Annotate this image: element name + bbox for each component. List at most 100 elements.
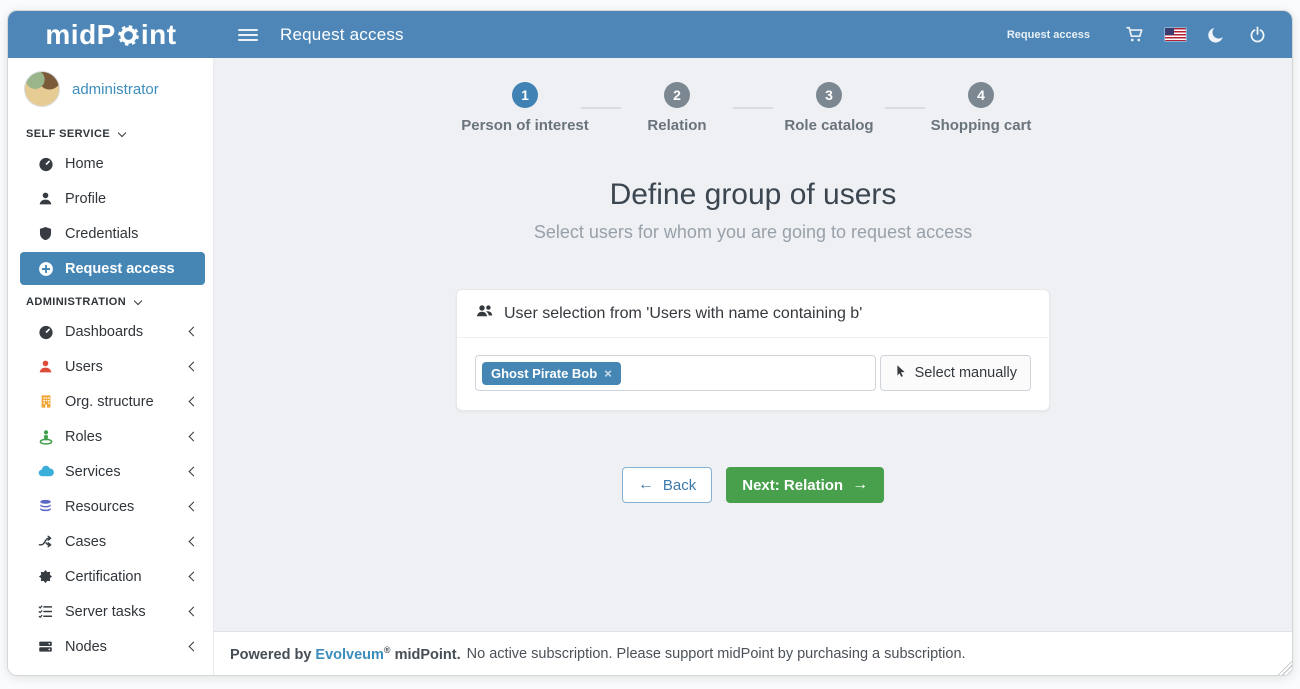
- chevron-left-icon: [189, 607, 199, 617]
- hamburger-menu-icon[interactable]: [238, 29, 258, 41]
- select-manually-label: Select manually: [915, 365, 1017, 381]
- step-shopping-cart[interactable]: 4 Shopping cart: [931, 82, 1031, 134]
- avatar[interactable]: [24, 71, 60, 107]
- sidebar-item-credentials[interactable]: Credentials: [8, 216, 213, 251]
- sidebar-item-label: Org. structure: [65, 394, 154, 410]
- page-header-title: Request access: [280, 25, 404, 45]
- user-multiselect-input[interactable]: Ghost Pirate Bob ×: [475, 355, 876, 391]
- chevron-left-icon: [189, 467, 199, 477]
- dark-mode-moon-icon[interactable]: [1196, 26, 1237, 43]
- sidebar-item-label: Request access: [65, 261, 175, 277]
- sidebar-item-label: Profile: [65, 191, 106, 207]
- user-icon: [36, 191, 55, 206]
- chip-remove-icon[interactable]: ×: [604, 366, 612, 381]
- chevron-left-icon: [189, 432, 199, 442]
- sidebar-item-label: Home: [65, 156, 104, 172]
- users-group-icon: [475, 303, 494, 324]
- next-button-label: Next: Relation: [742, 477, 843, 494]
- subscription-message: No active subscription. Please support m…: [467, 646, 966, 662]
- sidebar-item-label: Resources: [65, 499, 134, 515]
- chevron-left-icon: [189, 537, 199, 547]
- step-number: 4: [968, 82, 994, 108]
- section-header-self-service[interactable]: SELF SERVICE: [8, 118, 213, 146]
- sidebar-item-services[interactable]: Services: [8, 454, 213, 489]
- tachometer-icon: [36, 156, 55, 172]
- language-flag-icon[interactable]: [1155, 28, 1196, 41]
- sidebar-item-nodes[interactable]: Nodes: [8, 629, 213, 664]
- step-label: Person of interest: [461, 117, 589, 134]
- chevron-left-icon: [189, 397, 199, 407]
- page-title: Define group of users: [214, 178, 1292, 212]
- sidebar-item-cases[interactable]: Cases: [8, 524, 213, 559]
- sidebar-item-resources[interactable]: Resources: [8, 489, 213, 524]
- top-navbar: midP int Request access Request access: [8, 11, 1292, 58]
- plus-circle-icon: [36, 261, 55, 277]
- street-view-icon: [36, 429, 55, 445]
- app-window: midP int Request access Request access: [7, 10, 1293, 676]
- step-connector: [581, 107, 621, 109]
- server-icon: [36, 639, 55, 654]
- chevron-down-icon: [134, 296, 142, 304]
- page-subtitle: Select users for whom you are going to r…: [214, 222, 1292, 243]
- gear-icon: [118, 25, 139, 51]
- sidebar-item-org-structure[interactable]: Org. structure: [8, 384, 213, 419]
- sidebar-item-dashboards[interactable]: Dashboards: [8, 314, 213, 349]
- sidebar-item-label: Server tasks: [65, 604, 146, 620]
- building-icon: [36, 394, 55, 409]
- logout-power-icon[interactable]: [1237, 26, 1278, 43]
- mouse-pointer-icon: [894, 364, 907, 382]
- shield-icon: [36, 226, 55, 241]
- arrow-left-icon: ←: [638, 476, 654, 494]
- chevron-left-icon: [189, 502, 199, 512]
- shuffle-icon: [36, 534, 55, 549]
- footer: Powered by Evolveum® midPoint.No active …: [214, 631, 1292, 675]
- certificate-seal-icon: [36, 569, 55, 584]
- step-number: 2: [664, 82, 690, 108]
- sidebar-item-label: Roles: [65, 429, 102, 445]
- evolveum-link[interactable]: Evolveum: [315, 646, 384, 662]
- step-connector: [733, 107, 773, 109]
- cloud-icon: [36, 464, 55, 479]
- step-role-catalog[interactable]: 3 Role catalog: [779, 82, 879, 134]
- chip-label: Ghost Pirate Bob: [491, 366, 597, 381]
- sidebar-item-certification[interactable]: Certification: [8, 559, 213, 594]
- database-icon: [36, 499, 55, 514]
- sidebar-item-label: Dashboards: [65, 324, 143, 340]
- product-name: midPoint.: [395, 646, 461, 662]
- sidebar: administrator SELF SERVICE Home Pr: [8, 58, 214, 675]
- main-content: 1 Person of interest 2 Relation 3 Role c…: [214, 58, 1292, 675]
- select-manually-button[interactable]: Select manually: [880, 355, 1031, 391]
- powered-by-text: Powered by: [230, 646, 311, 662]
- sidebar-item-users[interactable]: Users: [8, 349, 213, 384]
- next-relation-button[interactable]: Next: Relation →: [726, 467, 884, 503]
- midpoint-logo[interactable]: midP int: [8, 19, 214, 51]
- sidebar-item-request-access[interactable]: Request access: [20, 252, 205, 285]
- sidebar-item-home[interactable]: Home: [8, 146, 213, 181]
- card-header: User selection from 'Users with name con…: [457, 290, 1049, 338]
- sidebar-item-label: Cases: [65, 534, 106, 550]
- arrow-right-icon: →: [852, 476, 868, 494]
- breadcrumb[interactable]: Request access: [1007, 29, 1090, 41]
- user-profile-row[interactable]: administrator: [8, 58, 213, 118]
- section-label: SELF SERVICE: [26, 128, 110, 140]
- wizard-steps: 1 Person of interest 2 Relation 3 Role c…: [214, 82, 1292, 134]
- back-button[interactable]: ← Back: [622, 467, 712, 503]
- chevron-left-icon: [189, 327, 199, 337]
- step-person-of-interest[interactable]: 1 Person of interest: [475, 82, 575, 134]
- sidebar-item-profile[interactable]: Profile: [8, 181, 213, 216]
- shopping-cart-icon[interactable]: [1114, 26, 1155, 43]
- user-icon: [36, 359, 55, 374]
- user-selection-card: User selection from 'Users with name con…: [456, 289, 1050, 411]
- chevron-left-icon: [189, 362, 199, 372]
- sidebar-item-server-tasks[interactable]: Server tasks: [8, 594, 213, 629]
- step-label: Role catalog: [784, 117, 873, 134]
- section-header-administration[interactable]: ADMINISTRATION: [8, 286, 213, 314]
- chevron-left-icon: [189, 642, 199, 652]
- sidebar-item-label: Certification: [65, 569, 142, 585]
- sidebar-item-label: Users: [65, 359, 103, 375]
- selected-user-chip: Ghost Pirate Bob ×: [482, 362, 621, 385]
- step-relation[interactable]: 2 Relation: [627, 82, 727, 134]
- sidebar-item-roles[interactable]: Roles: [8, 419, 213, 454]
- username-link[interactable]: administrator: [72, 81, 159, 98]
- sidebar-item-label: Services: [65, 464, 121, 480]
